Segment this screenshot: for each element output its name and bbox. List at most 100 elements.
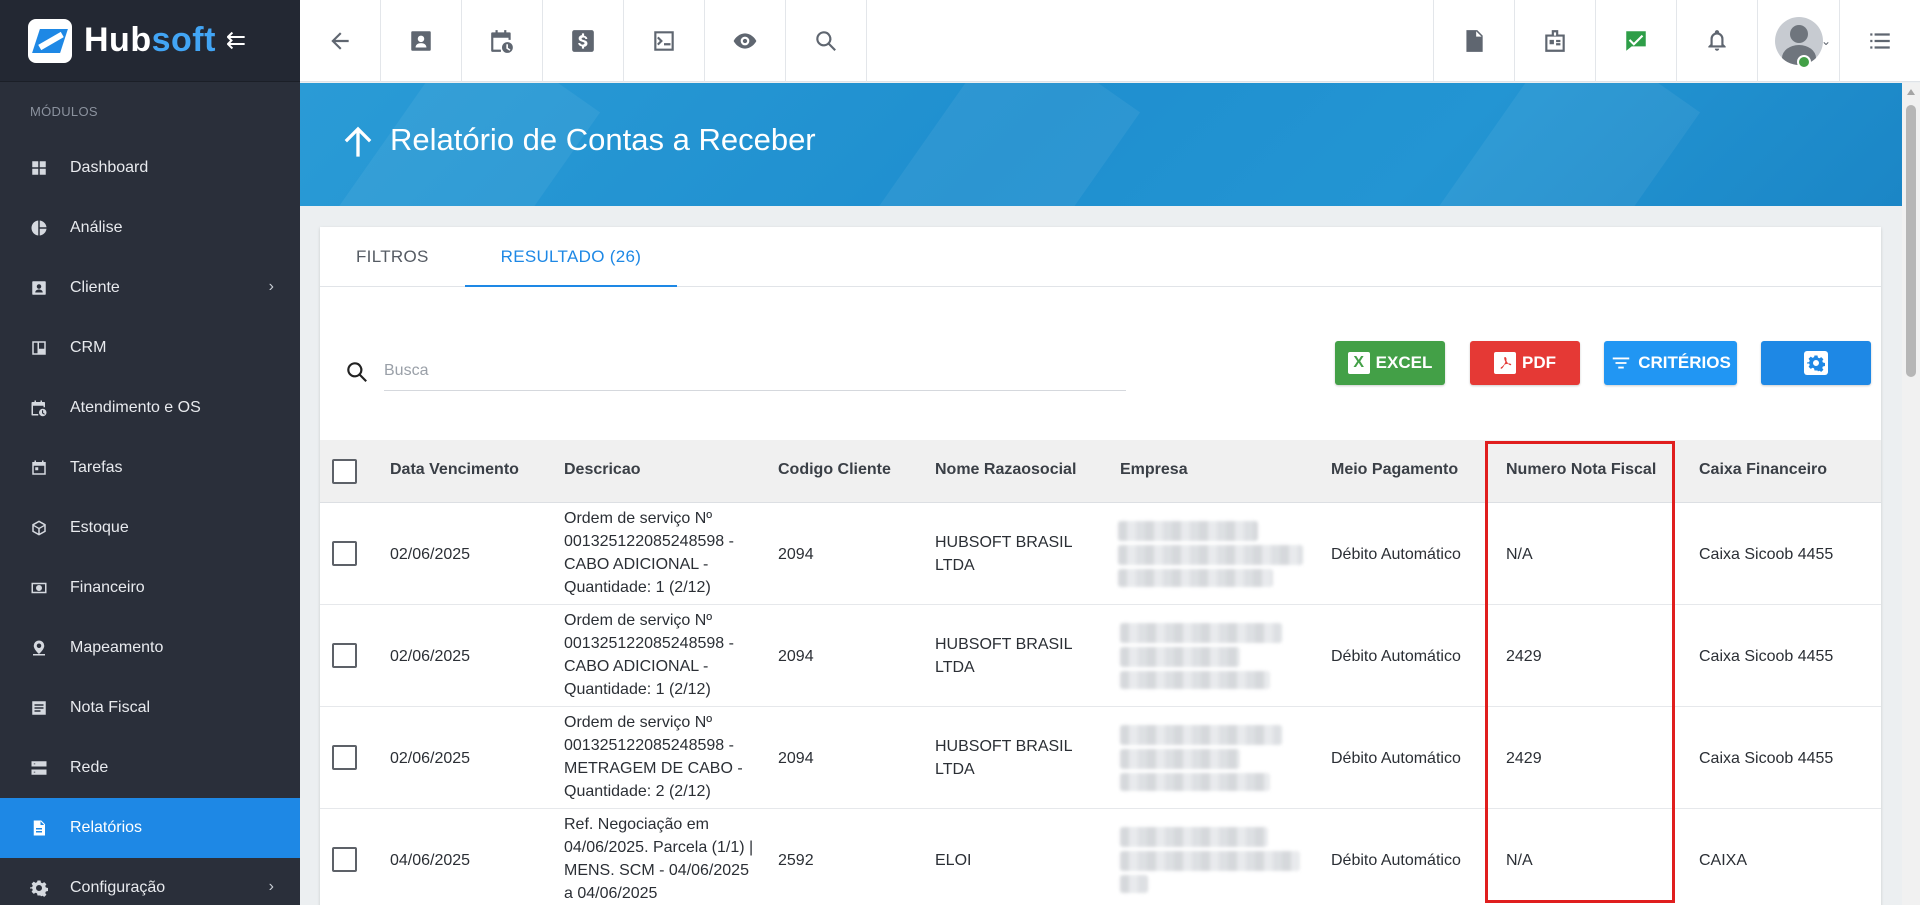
sidebar-item-nota-fiscal[interactable]: Nota Fiscal <box>0 678 300 738</box>
export-pdf-button[interactable]: PDF <box>1470 341 1580 385</box>
contact-card-icon <box>411 31 431 51</box>
chat-check-icon <box>1626 31 1646 51</box>
eye-icon <box>733 33 757 49</box>
page-scrollbar[interactable] <box>1902 83 1920 905</box>
column-header[interactable]: Codigo Cliente <box>778 461 891 479</box>
row-checkbox[interactable] <box>332 643 357 668</box>
column-header[interactable]: Nome Razaosocial <box>935 461 1076 479</box>
table-settings-button[interactable] <box>1761 341 1871 385</box>
descricao-line: 001325122085248598 - <box>564 737 734 754</box>
column-header[interactable]: Meio Pagamento <box>1331 461 1458 479</box>
back-button[interactable] <box>300 0 381 82</box>
sidebar-item-label: Cliente <box>70 279 120 296</box>
redacted-empresa <box>1120 875 1148 893</box>
cell-meio-pagamento: Débito Automático <box>1331 648 1461 665</box>
search-icon <box>816 31 836 51</box>
cell-caixa-financeiro: Caixa Sicoob 4455 <box>1699 750 1834 767</box>
table-row[interactable]: 04/06/2025 Ref. Negociação em 04/06/2025… <box>320 809 1881 905</box>
descricao-line: Quantidade: 1 (2/12) <box>564 681 711 698</box>
sidebar-item-configuracao[interactable]: Configuração › <box>0 858 300 905</box>
calendar-clock-icon <box>30 399 48 417</box>
redacted-empresa <box>1120 827 1268 847</box>
search-input[interactable] <box>384 351 1126 391</box>
finance-shortcut-button[interactable] <box>543 0 624 82</box>
export-excel-button[interactable]: X EXCEL <box>1335 341 1445 385</box>
sidebar-item-dashboard[interactable]: Dashboard <box>0 138 300 198</box>
notifications-button[interactable] <box>1676 0 1757 82</box>
user-menu[interactable]: ⌄ <box>1757 0 1839 82</box>
tab-resultado[interactable]: RESULTADO (26) <box>464 227 678 287</box>
select-all-checkbox[interactable] <box>332 459 357 484</box>
sidebar-item-mapeamento[interactable]: Mapeamento <box>0 618 300 678</box>
cell-data-vencimento: 02/06/2025 <box>390 750 471 767</box>
cell-caixa-financeiro: CAIXA <box>1699 852 1748 869</box>
collapse-arrow-icon[interactable]: ⇇ <box>226 26 246 55</box>
column-header[interactable]: Empresa <box>1120 461 1188 479</box>
descricao-line: Ordem de serviço Nº <box>564 612 713 629</box>
column-header[interactable]: Descricao <box>564 461 641 479</box>
sidebar-item-label: Relatórios <box>70 819 143 836</box>
brand-name-hub: Hub <box>84 21 152 59</box>
scroll-up-arrow-icon[interactable] <box>1907 89 1915 95</box>
sidebar-item-financeiro[interactable]: Financeiro <box>0 558 300 618</box>
view-shortcut-button[interactable] <box>705 0 786 82</box>
page-header-banner: Relatório de Contas a Receber <box>300 83 1902 206</box>
sidebar-item-crm[interactable]: CRM <box>0 318 300 378</box>
tab-filtros[interactable]: FILTROS <box>320 227 465 286</box>
box-icon <box>30 519 48 537</box>
brand-name[interactable]: Hubsoft <box>84 21 216 60</box>
row-checkbox[interactable] <box>332 541 357 566</box>
pdf-docs-button[interactable] <box>1433 0 1514 82</box>
descricao-line: CABO ADICIONAL - <box>564 658 709 675</box>
table-row[interactable]: 02/06/2025 Ordem de serviço Nº 001325122… <box>320 605 1881 707</box>
redacted-empresa <box>1120 851 1300 871</box>
descricao-line: a 04/06/2025 <box>564 885 658 902</box>
map-pin-icon <box>30 639 48 657</box>
sidebar-item-label: Análise <box>70 219 123 236</box>
descricao-line: Ordem de serviço Nº <box>564 714 713 731</box>
sidebar-item-estoque[interactable]: Estoque <box>0 498 300 558</box>
page-title-text: Relatório de Contas a Receber <box>390 122 816 157</box>
table-row[interactable]: 02/06/2025 Ordem de serviço Nº 001325122… <box>320 707 1881 809</box>
sidebar-item-analise[interactable]: Análise <box>0 198 300 258</box>
chat-button[interactable] <box>1595 0 1676 82</box>
descricao-line: Quantidade: 1 (2/12) <box>564 579 711 596</box>
clients-shortcut-button[interactable] <box>381 0 462 82</box>
sidebar-item-cliente[interactable]: Cliente › <box>0 258 300 318</box>
sidebar-item-label: Rede <box>70 759 109 776</box>
sidebar-item-tarefas[interactable]: Tarefas <box>0 438 300 498</box>
export-pdf-label: PDF <box>1522 353 1556 372</box>
sidebar-item-atendimento-os[interactable]: Atendimento e OS <box>0 378 300 438</box>
table-row[interactable]: 02/06/2025 Ordem de serviço Nº 001325122… <box>320 503 1881 605</box>
column-header[interactable]: Numero Nota Fiscal <box>1506 461 1656 479</box>
sidebar-item-relatorios[interactable]: Relatórios <box>0 798 300 858</box>
chevron-down-icon: ⌄ <box>1820 34 1831 48</box>
row-checkbox[interactable] <box>332 847 357 872</box>
column-header[interactable]: Data Vencimento <box>390 461 519 479</box>
cell-meio-pagamento: Débito Automático <box>1331 750 1461 767</box>
row-checkbox[interactable] <box>332 745 357 770</box>
report-tabs: FILTROS RESULTADO (26) <box>320 227 1881 287</box>
hubsoft-logo-icon[interactable] <box>28 18 72 63</box>
pdf-file-icon <box>1466 30 1483 52</box>
terminal-shortcut-button[interactable] <box>624 0 705 82</box>
cell-descricao: Ref. Negociação em 04/06/2025. Parcela (… <box>564 813 753 905</box>
excel-icon: X <box>1347 352 1370 374</box>
column-header[interactable]: Caixa Financeiro <box>1699 461 1827 479</box>
export-excel-label: EXCEL <box>1375 353 1433 372</box>
cell-nome-razaosocial: HUBSOFT BRASIL LTDA <box>935 633 1073 679</box>
global-search-button[interactable] <box>786 0 867 82</box>
cell-data-vencimento: 04/06/2025 <box>390 852 471 869</box>
nome-line: LTDA <box>935 761 975 778</box>
company-button[interactable] <box>1514 0 1595 82</box>
server-icon <box>30 759 48 777</box>
descricao-line: Ref. Negociação em <box>564 816 709 833</box>
schedule-shortcut-button[interactable] <box>462 0 543 82</box>
scrollbar-thumb[interactable] <box>1906 105 1916 377</box>
nome-line: HUBSOFT BRASIL <box>935 534 1073 551</box>
menu-button[interactable] <box>1839 0 1920 82</box>
sidebar-item-rede[interactable]: Rede <box>0 738 300 798</box>
descricao-line: MENS. SCM - 04/06/2025 <box>564 862 749 879</box>
criteria-button[interactable]: CRITÉRIOS <box>1604 341 1737 385</box>
top-toolbar: ⌄ <box>300 0 1920 82</box>
